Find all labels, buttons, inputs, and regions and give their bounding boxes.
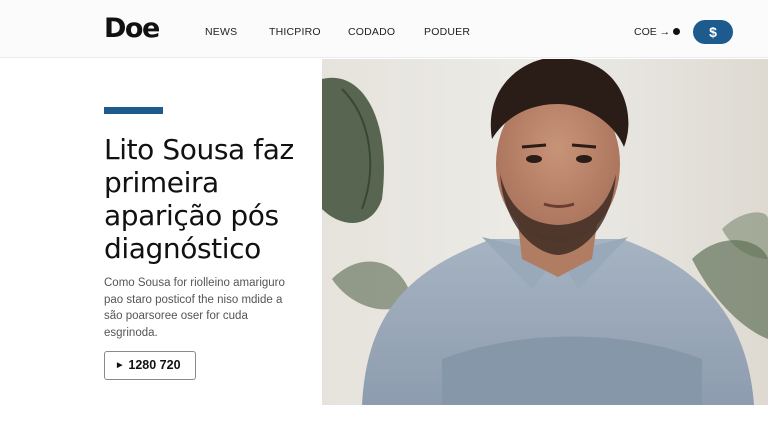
nav-item-4[interactable]: PODUER: [424, 26, 470, 38]
site-logo[interactable]: Doe: [104, 13, 160, 44]
article-headline: Lito Sousa faz primeira aparição pós dia…: [104, 133, 294, 265]
account-link[interactable]: COE →: [634, 26, 681, 38]
accent-bar: [104, 107, 163, 114]
article-summary: Como Sousa for riolleino amariguro pao s…: [104, 277, 285, 339]
nav-item-3[interactable]: CODADO: [348, 26, 395, 38]
account-label: COE →: [634, 26, 671, 38]
subscribe-button[interactable]: $: [693, 20, 733, 44]
site-header: Doe NEWS THICPIRO CODADO PODUER COE → $: [0, 0, 768, 58]
play-triangle-icon: ▶: [117, 362, 123, 369]
dot-icon: [673, 28, 681, 35]
video-button-label: 1280 720: [128, 358, 181, 372]
nav-item-news[interactable]: NEWS: [205, 26, 237, 38]
hero-photo: [322, 59, 768, 405]
nav-item-2[interactable]: THICPIRO: [269, 26, 321, 38]
footer-strip: [0, 405, 768, 432]
video-button[interactable]: ▶ 1280 720: [104, 351, 196, 380]
